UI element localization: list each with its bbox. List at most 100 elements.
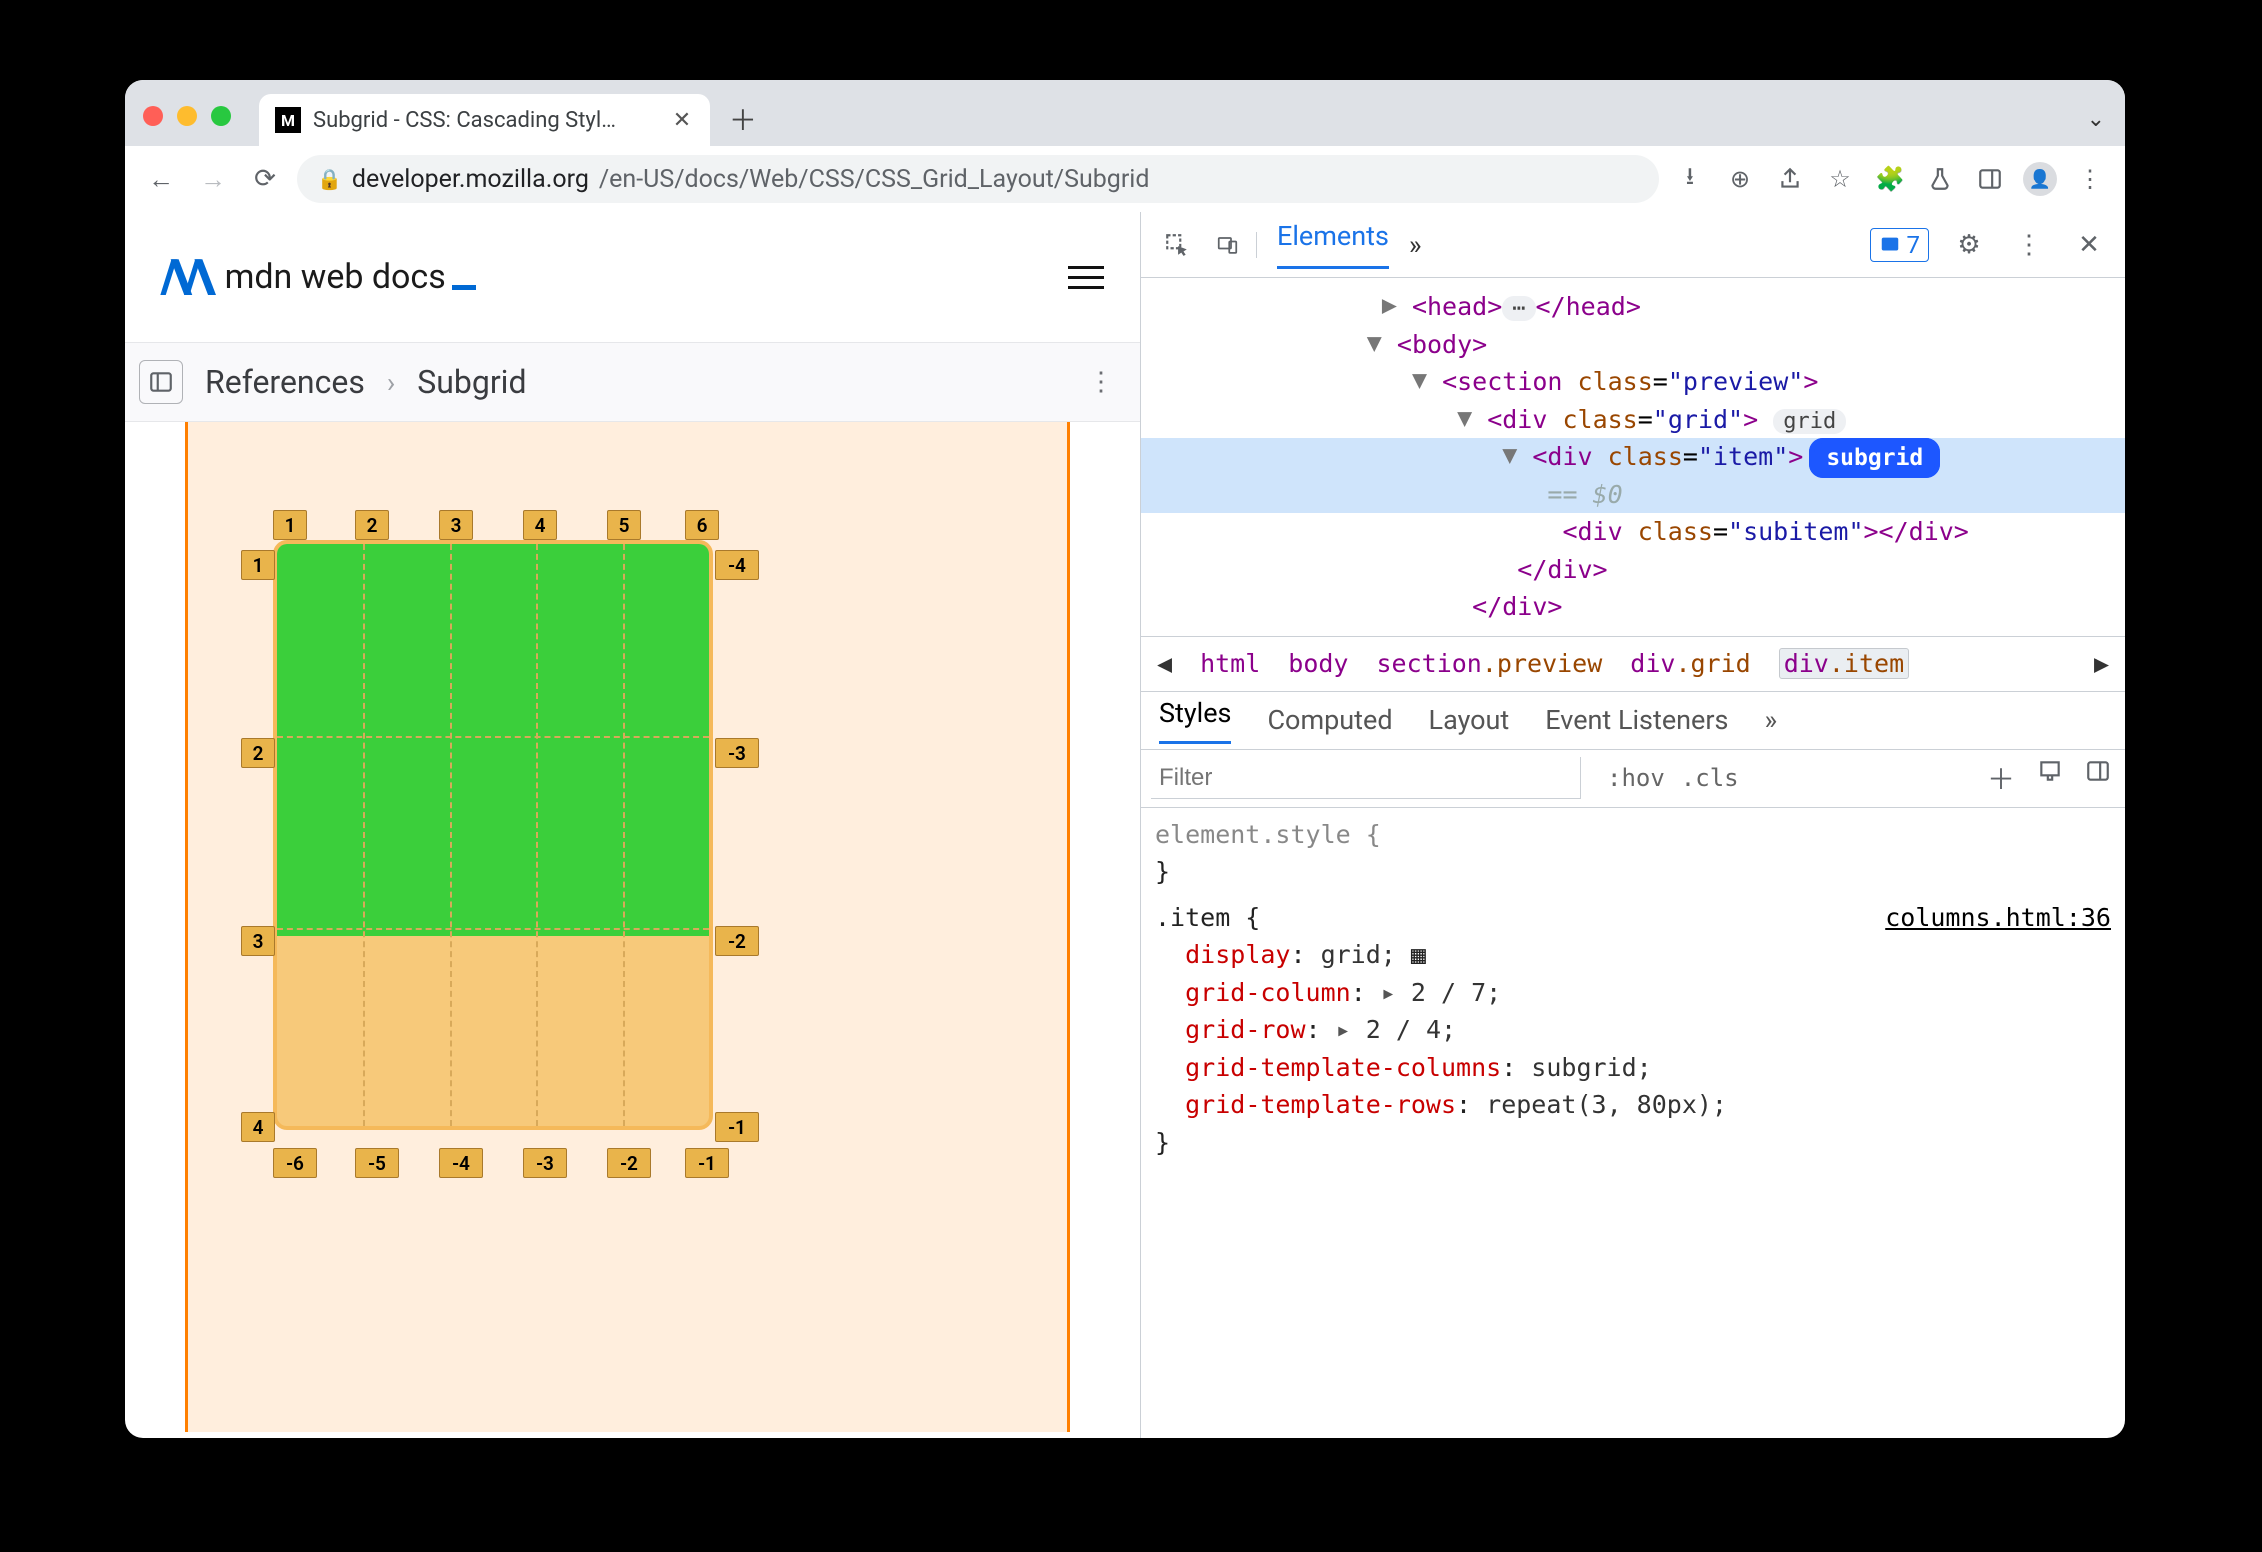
event-listeners-tab[interactable]: Event Listeners xyxy=(1545,704,1728,736)
lock-icon: 🔒 xyxy=(317,167,342,191)
grid-row-label-neg: -4 xyxy=(715,550,759,580)
grid-col-label: 1 xyxy=(273,510,307,540)
computed-panel-toggle[interactable] xyxy=(2085,758,2111,798)
close-window-button[interactable] xyxy=(143,106,163,126)
grid-col-label: 3 xyxy=(439,510,473,540)
mdn-brand[interactable]: /\/\ mdn web docs xyxy=(161,250,476,304)
bc-body[interactable]: body xyxy=(1288,649,1348,678)
layout-tab[interactable]: Layout xyxy=(1429,704,1510,736)
side-panel-icon[interactable] xyxy=(1971,160,2009,198)
grid-row-label: 1 xyxy=(241,550,275,580)
selector-item[interactable]: .item { xyxy=(1155,899,1260,937)
address-bar[interactable]: 🔒 developer.mozilla.org/en-US/docs/Web/C… xyxy=(297,155,1659,203)
prop-grid-template-columns[interactable]: grid-template-columns xyxy=(1185,1053,1501,1082)
traffic-lights xyxy=(143,106,259,146)
favicon: M xyxy=(275,107,301,133)
dom-breadcrumb[interactable]: ◀ html body section.preview div.grid div… xyxy=(1141,636,2125,692)
mdn-header: /\/\ mdn web docs xyxy=(125,212,1140,342)
back-button[interactable]: ← xyxy=(141,159,181,199)
close-devtools-button[interactable]: ✕ xyxy=(2069,230,2109,260)
new-tab-button[interactable]: ＋ xyxy=(720,96,766,142)
share-icon[interactable] xyxy=(1771,160,1809,198)
grid-row-label-neg: -3 xyxy=(715,738,759,768)
devtools-tabbar: Elements » 7 ⚙ ⋮ ✕ xyxy=(1141,212,2125,278)
paint-flashing-button[interactable] xyxy=(2037,758,2063,798)
grid-col-label-neg: -1 xyxy=(685,1148,729,1178)
page-viewport: /\/\ mdn web docs References › Subgrid ⋮ xyxy=(125,212,1140,1438)
breadcrumb-scroll-left[interactable]: ◀ xyxy=(1157,649,1172,678)
mdn-logo-icon: /\/\ xyxy=(161,250,209,304)
issues-button[interactable]: 7 xyxy=(1870,228,1930,262)
styles-tab-bar: Styles Computed Layout Event Listeners » xyxy=(1141,692,2125,750)
breadcrumb-references[interactable]: References xyxy=(205,363,365,401)
bc-html[interactable]: html xyxy=(1200,649,1260,678)
breadcrumb-scroll-right[interactable]: ▶ xyxy=(2094,649,2109,678)
breadcrumb-subgrid[interactable]: Subgrid xyxy=(417,363,526,401)
prop-grid-row[interactable]: grid-row xyxy=(1185,1015,1305,1044)
issues-count: 7 xyxy=(1907,231,1921,259)
grid-col-label-neg: -4 xyxy=(439,1148,483,1178)
grid-row-label: 4 xyxy=(241,1112,275,1142)
devtools-panel: Elements » 7 ⚙ ⋮ ✕ ▶ <head>⋯</head> xyxy=(1140,212,2125,1438)
grid-editor-icon[interactable]: ▦ xyxy=(1411,940,1426,969)
minimize-window-button[interactable] xyxy=(177,106,197,126)
grid-row-label: 2 xyxy=(241,738,275,768)
cls-toggle[interactable]: .cls xyxy=(1681,764,1739,792)
grid-col-label-neg: -5 xyxy=(355,1148,399,1178)
rule-close: } xyxy=(1155,1124,2111,1162)
url-path: /en-US/docs/Web/CSS/CSS_Grid_Layout/Subg… xyxy=(599,165,1150,194)
forward-button[interactable]: → xyxy=(193,159,233,199)
reload-button[interactable]: ⟳ xyxy=(245,159,285,199)
hov-toggle[interactable]: :hov xyxy=(1607,764,1665,792)
zoom-icon[interactable]: ⊕ xyxy=(1721,160,1759,198)
hamburger-menu-button[interactable] xyxy=(1068,266,1104,289)
element-style-close: } xyxy=(1155,853,2111,891)
article-actions-button[interactable]: ⋮ xyxy=(1088,367,1114,397)
bc-div-item[interactable]: div.item xyxy=(1779,648,1909,679)
zoom-window-button[interactable] xyxy=(211,106,231,126)
styles-filter-bar: :hov .cls ＋ xyxy=(1141,750,2125,808)
subgrid-badge[interactable]: subgrid xyxy=(1809,438,1940,478)
styles-filter-input[interactable] xyxy=(1151,757,1581,799)
prop-grid-column[interactable]: grid-column xyxy=(1185,978,1351,1007)
device-toolbar-button[interactable] xyxy=(1217,232,1257,258)
devtools-menu-button[interactable]: ⋮ xyxy=(2009,230,2049,260)
styles-tab[interactable]: Styles xyxy=(1159,697,1231,744)
bc-section[interactable]: section.preview xyxy=(1377,649,1603,678)
grid-col-label-neg: -3 xyxy=(523,1148,567,1178)
grid-col-label: 6 xyxy=(685,510,719,540)
computed-tab[interactable]: Computed xyxy=(1267,704,1392,736)
grid-col-label: 2 xyxy=(355,510,389,540)
extensions-icon[interactable]: 🧩 xyxy=(1871,160,1909,198)
grid-row-label: 3 xyxy=(241,926,275,956)
prop-display[interactable]: display xyxy=(1185,940,1290,969)
element-style-block[interactable]: element.style { xyxy=(1155,816,2111,854)
mdn-brand-text: mdn web docs xyxy=(225,257,476,297)
toggle-sidebar-button[interactable] xyxy=(139,360,183,404)
dom-tree[interactable]: ▶ <head>⋯</head> ▼ <body> ▼ <section cla… xyxy=(1141,278,2125,636)
page-breadcrumb-bar: References › Subgrid ⋮ xyxy=(125,342,1140,422)
profile-button[interactable]: 👤 xyxy=(2021,160,2059,198)
url-host: developer.mozilla.org xyxy=(352,165,589,194)
inspect-element-button[interactable] xyxy=(1157,232,1197,258)
chrome-menu-button[interactable]: ⋮ xyxy=(2071,160,2109,198)
browser-tab[interactable]: M Subgrid - CSS: Cascading Styl… ✕ xyxy=(259,94,710,146)
more-styles-tabs[interactable]: » xyxy=(1764,704,1777,736)
grid-badge[interactable]: grid xyxy=(1773,409,1846,434)
tabs-dropdown-button[interactable]: ⌄ xyxy=(2087,107,2105,132)
prop-grid-template-rows[interactable]: grid-template-rows xyxy=(1185,1090,1456,1119)
elements-tab[interactable]: Elements xyxy=(1277,220,1389,269)
close-tab-button[interactable]: ✕ xyxy=(668,106,696,134)
selected-dom-node[interactable]: ▼ <div class="item">subgrid xyxy=(1141,438,2125,476)
more-tabs-button[interactable]: » xyxy=(1409,229,1422,261)
bc-div-grid[interactable]: div.grid xyxy=(1630,649,1750,678)
rule-origin-link[interactable]: columns.html:36 xyxy=(1885,899,2111,937)
bookmark-icon[interactable]: ☆ xyxy=(1821,160,1859,198)
new-style-rule-button[interactable]: ＋ xyxy=(1987,758,2015,798)
grid-col-label: 4 xyxy=(523,510,557,540)
toolbar: ← → ⟳ 🔒 developer.mozilla.org/en-US/docs… xyxy=(125,146,2125,212)
settings-button[interactable]: ⚙ xyxy=(1949,230,1989,260)
install-icon[interactable]: ⭳ xyxy=(1671,160,1709,198)
labs-icon[interactable] xyxy=(1921,160,1959,198)
styles-pane[interactable]: element.style { } .item { columns.html:3… xyxy=(1141,808,2125,1170)
